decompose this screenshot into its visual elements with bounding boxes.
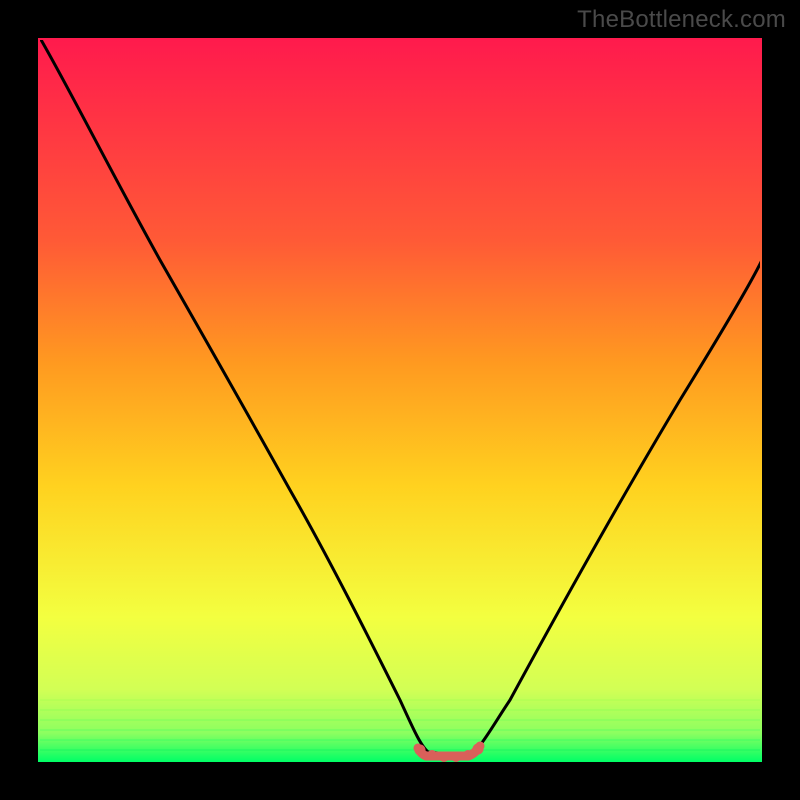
plot-background (38, 38, 762, 762)
watermark-text: TheBottleneck.com (577, 6, 786, 34)
chart-frame (0, 0, 800, 800)
chart-svg (0, 0, 800, 800)
